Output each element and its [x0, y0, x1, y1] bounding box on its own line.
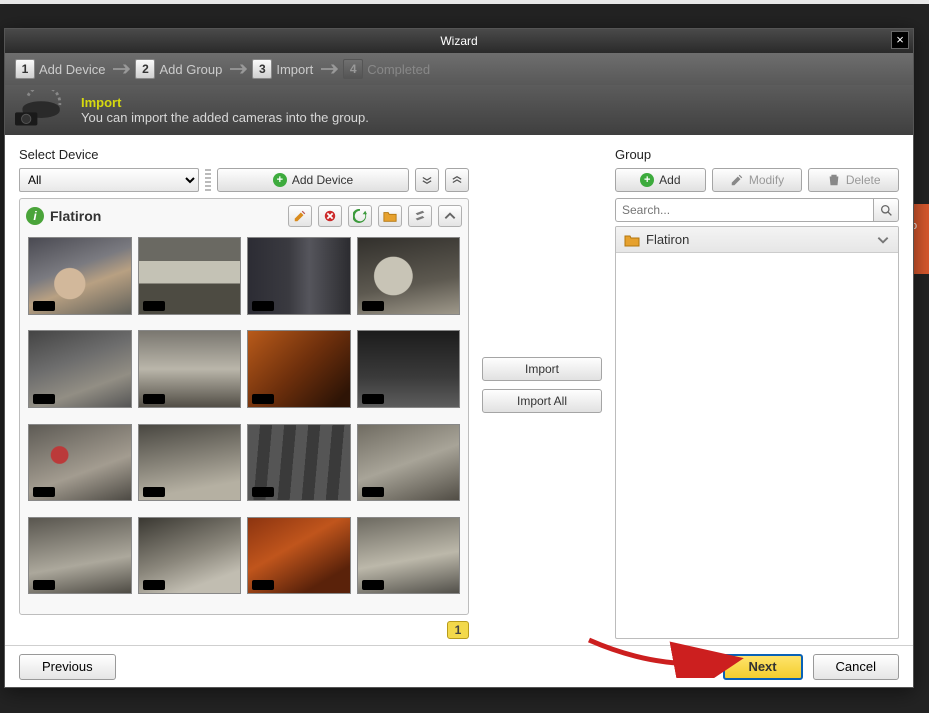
device-panel-title: Flatiron [50, 208, 282, 224]
modify-group-button[interactable]: Modify [712, 168, 803, 192]
wizard-dialog: Wizard × 1 Add Device 2 Add Group 3 Impo… [4, 28, 914, 688]
camera-thumbnail[interactable] [357, 237, 461, 315]
group-tree: Flatiron [615, 226, 899, 639]
previous-label: Previous [42, 659, 93, 674]
group-search-row [615, 198, 899, 222]
remove-button[interactable] [318, 205, 342, 227]
search-input[interactable] [615, 198, 873, 222]
import-buttons-column: Import Import All [477, 147, 607, 639]
select-device-column: Select Device All + Add Device [19, 147, 469, 639]
step-4-label: Completed [367, 62, 430, 77]
cancel-label: Cancel [836, 659, 876, 674]
group-node-flatiron[interactable]: Flatiron [616, 227, 898, 253]
camera-thumbnail[interactable] [247, 517, 351, 595]
step-2-badge: 2 [135, 59, 155, 79]
title-bar: Wizard × [5, 29, 913, 53]
edit-button[interactable] [288, 205, 312, 227]
import-label: Import [525, 362, 559, 376]
step-1-label: Add Device [39, 62, 105, 77]
next-label: Next [748, 659, 776, 674]
add-device-button[interactable]: + Add Device [217, 168, 409, 192]
pencil-icon [730, 173, 744, 187]
camera-import-icon [15, 90, 71, 130]
camera-thumbnail[interactable] [138, 517, 242, 595]
camera-thumbnail[interactable] [28, 330, 132, 408]
banner-description: You can import the added cameras into th… [81, 110, 369, 125]
device-panel-header: i Flatiron [26, 205, 462, 227]
close-icon[interactable]: × [891, 31, 909, 49]
toolbar-grip-icon [205, 169, 211, 191]
step-4-badge: 4 [343, 59, 363, 79]
chevron-down-icon [876, 233, 890, 247]
wizard-step-bar: 1 Add Device 2 Add Group 3 Import 4 Comp… [5, 53, 913, 85]
info-icon[interactable]: i [26, 207, 44, 225]
refresh-button[interactable] [348, 205, 372, 227]
delete-group-button[interactable]: Delete [808, 168, 899, 192]
step-3-label: Import [276, 62, 313, 77]
trash-icon [827, 173, 841, 187]
group-label: Group [615, 147, 899, 162]
delete-group-label: Delete [846, 173, 881, 187]
group-node-label: Flatiron [646, 232, 689, 247]
import-all-button[interactable]: Import All [482, 389, 602, 413]
search-icon [880, 204, 893, 217]
collapse-up-button[interactable] [445, 168, 469, 192]
wizard-footer: Previous Next Cancel [5, 645, 913, 687]
import-all-label: Import All [517, 394, 567, 408]
add-group-label: Add [659, 173, 680, 187]
banner-text: Import You can import the added cameras … [81, 95, 369, 125]
camera-thumbnail[interactable] [28, 424, 132, 502]
camera-thumbnail[interactable] [138, 237, 242, 315]
page-indicator[interactable]: 1 [447, 621, 469, 639]
camera-thumbnail[interactable] [138, 330, 242, 408]
step-3-badge: 3 [252, 59, 272, 79]
camera-thumbnail[interactable] [357, 517, 461, 595]
camera-thumbnail[interactable] [247, 237, 351, 315]
arrow-right-icon [113, 63, 131, 75]
previous-button[interactable]: Previous [19, 654, 116, 680]
device-toolbar: All + Add Device [19, 168, 469, 192]
camera-thumbnail[interactable] [247, 424, 351, 502]
expand-down-button[interactable] [415, 168, 439, 192]
step-1-badge: 1 [15, 59, 35, 79]
settings-button[interactable] [408, 205, 432, 227]
camera-thumbnail[interactable] [247, 330, 351, 408]
import-button[interactable]: Import [482, 357, 602, 381]
camera-thumbnail[interactable] [357, 330, 461, 408]
search-button[interactable] [873, 198, 899, 222]
arrow-right-icon [321, 63, 339, 75]
cancel-button[interactable]: Cancel [813, 654, 899, 680]
step-2-label: Add Group [159, 62, 222, 77]
group-toolbar: + Add Modify Delete [615, 168, 899, 192]
camera-thumbnail[interactable] [138, 424, 242, 502]
open-folder-button[interactable] [378, 205, 402, 227]
window-title: Wizard [440, 34, 477, 48]
plus-icon: + [273, 173, 287, 187]
collapse-panel-button[interactable] [438, 205, 462, 227]
camera-thumbnail-grid [26, 233, 462, 608]
add-group-button[interactable]: + Add [615, 168, 706, 192]
folder-icon [624, 233, 640, 247]
camera-thumbnail[interactable] [28, 517, 132, 595]
modify-group-label: Modify [749, 173, 784, 187]
arrow-right-icon [230, 63, 248, 75]
device-filter-select[interactable]: All [19, 168, 199, 192]
group-column: Group + Add Modify Delete [615, 147, 899, 639]
next-button[interactable]: Next [723, 654, 803, 680]
plus-icon: + [640, 173, 654, 187]
content-area: Select Device All + Add Device [5, 135, 913, 645]
info-banner: Import You can import the added cameras … [5, 85, 913, 135]
add-device-label: Add Device [292, 173, 353, 187]
device-panel: i Flatiron [19, 198, 469, 615]
camera-thumbnail[interactable] [357, 424, 461, 502]
camera-thumbnail[interactable] [28, 237, 132, 315]
select-device-label: Select Device [19, 147, 469, 162]
banner-title: Import [81, 95, 369, 110]
